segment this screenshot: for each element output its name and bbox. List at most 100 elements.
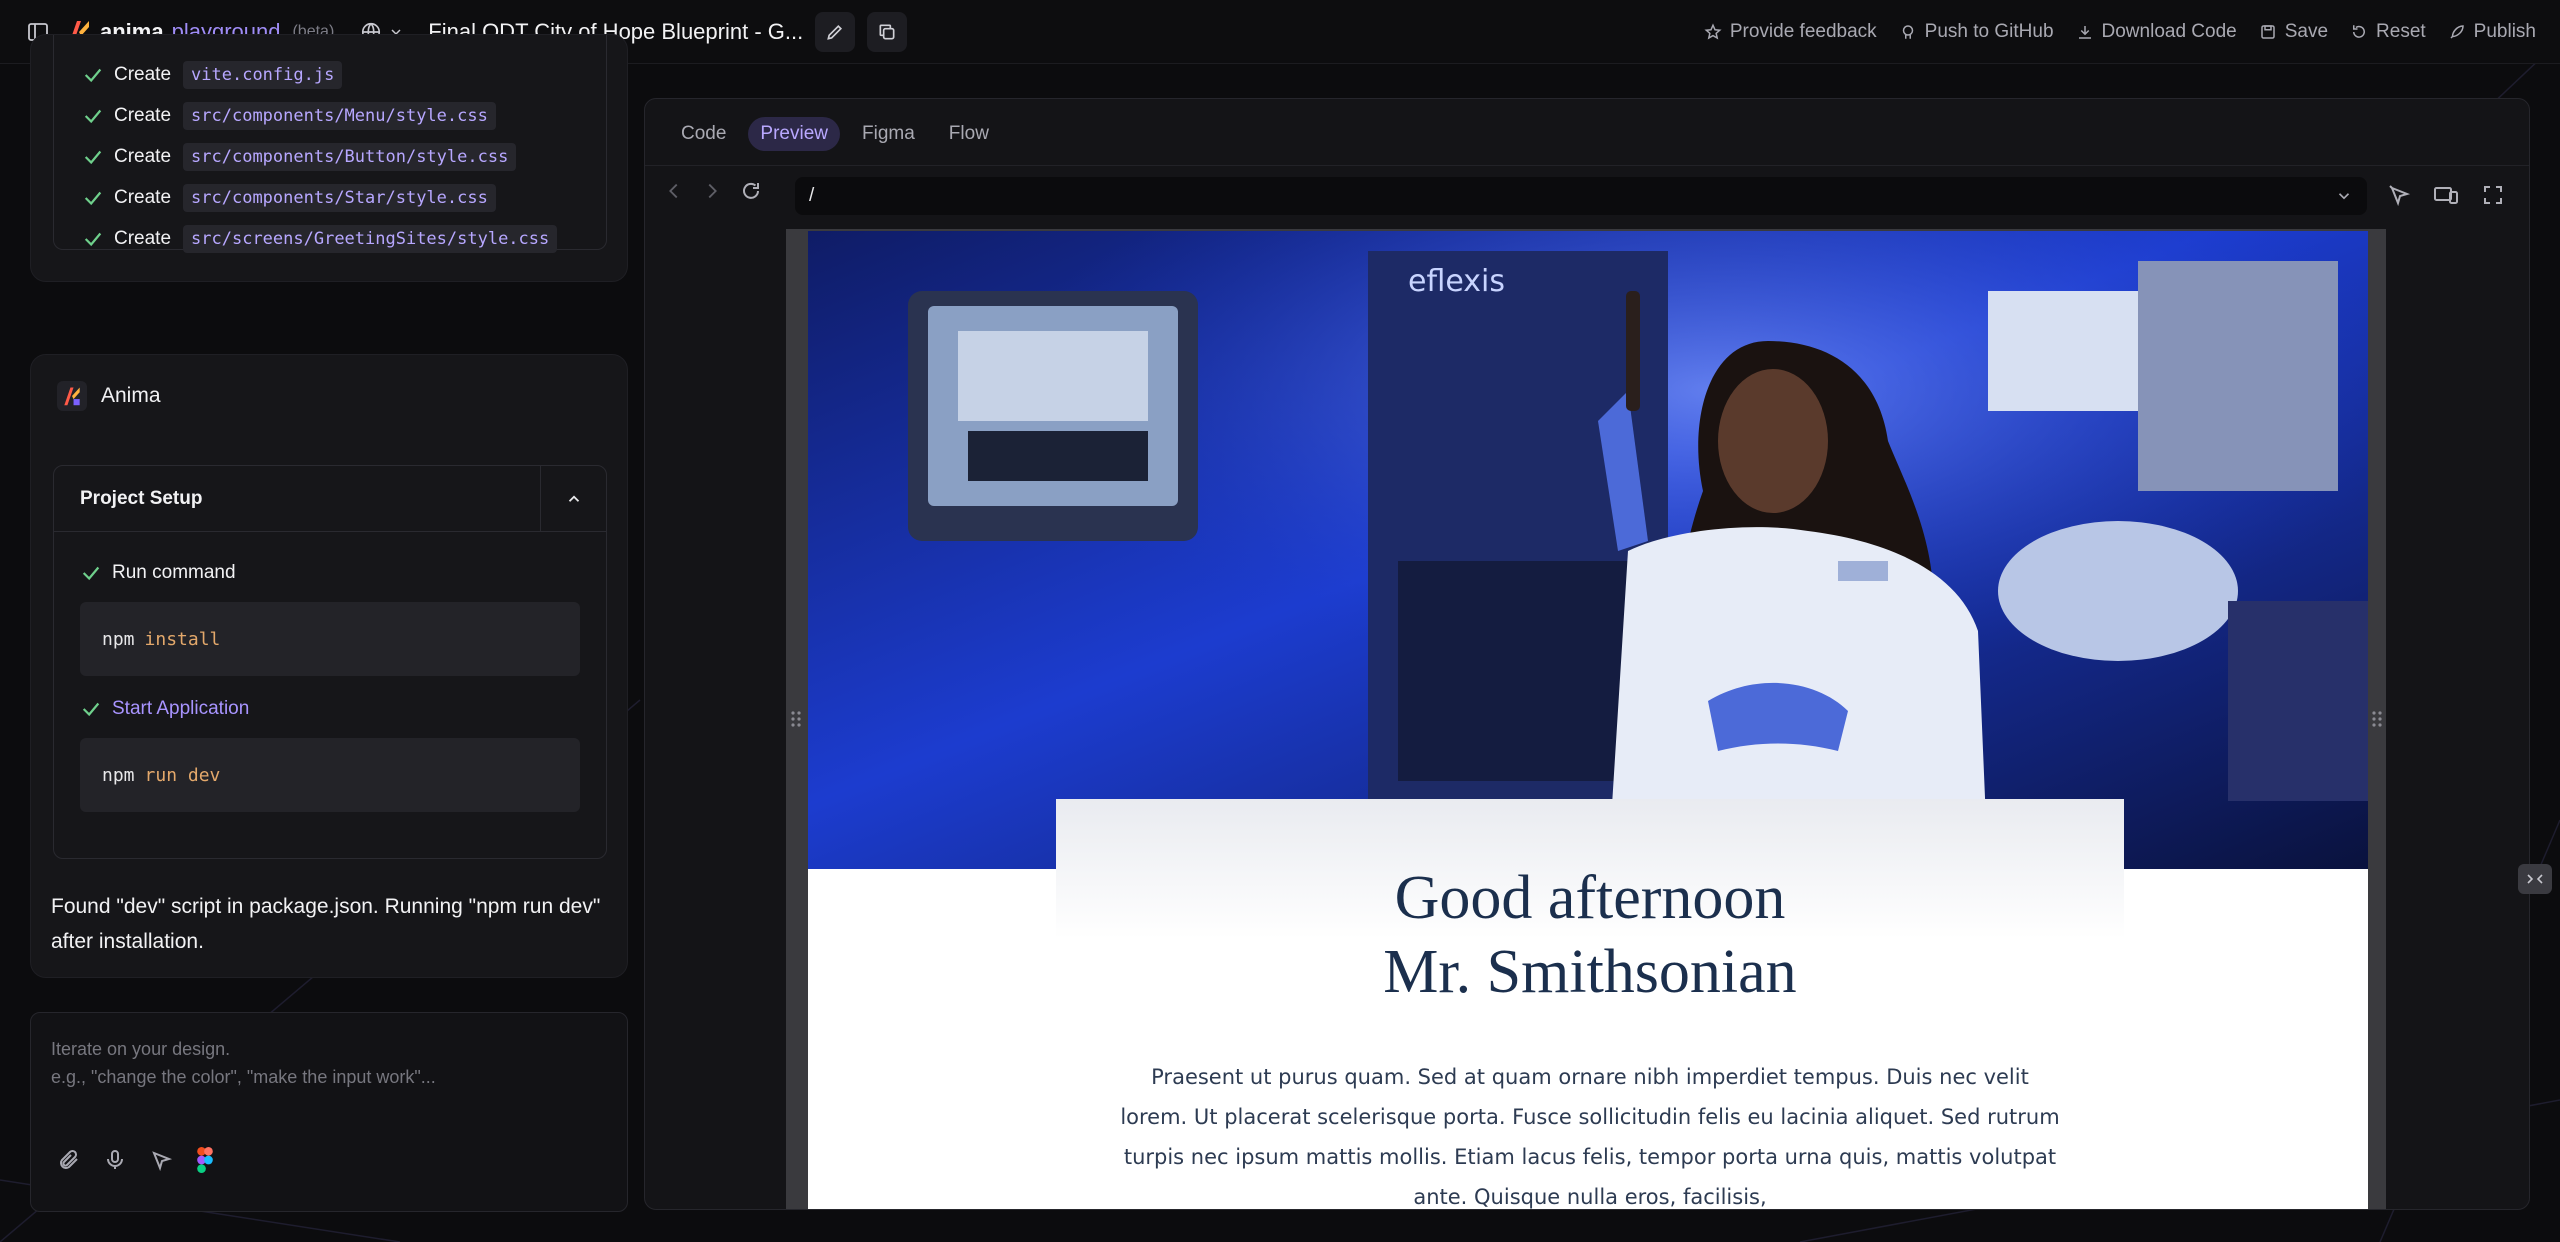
file-action: Create [114,105,172,126]
status-message: Found "dev" script in package.json. Runn… [51,895,601,953]
file-item: Create src/components/Star/style.css [82,183,496,213]
greeting-line-1: Good afternoon [1394,864,1786,932]
rename-button[interactable] [815,11,856,52]
star-icon [1704,22,1722,39]
url-text: / [809,185,815,206]
copy-icon [879,24,895,40]
site-preview-frame: eflexis Good afternoon Mr. Smithsonian P… [808,231,2368,1209]
publish-label: Publish [2473,20,2536,42]
download-code-button[interactable]: Download Code [2076,21,2237,43]
command-arg: run dev [144,764,221,786]
command-arg: install [144,628,221,650]
reset-icon [2353,24,2366,38]
reset-label: Reset [2376,20,2426,42]
save-button[interactable]: Save [2259,21,2328,43]
collapse-arrows-icon [2527,874,2543,884]
files-card: Create vite.config.js Create src/compone… [30,34,628,282]
checkmark-icon [82,702,100,717]
file-path: src/screens/GreetingSites/style.css [183,225,558,253]
file-item: Create vite.config.js [82,60,343,90]
file-action: Create [114,64,172,85]
provide-feedback-button[interactable]: Provide feedback [1704,21,1877,43]
chevron-down-icon[interactable] [2335,187,2353,205]
save-label: Save [2284,20,2329,42]
preview-panel: Code Preview Figma Flow / eflexis Good a… [644,98,2530,1210]
project-setup-panel: Project Setup Run command npm install St… [53,465,607,859]
download-code-label: Download Code [2101,20,2237,42]
checkmark-icon [84,191,102,206]
figma-icon[interactable] [195,1147,215,1173]
prompt-placeholder-line2: e.g., "change the color", "make the inpu… [51,1067,436,1087]
github-icon [1902,24,1913,39]
file-action: Create [114,228,172,249]
greeting-heading: Good afternoon Mr. Smithsonian [1056,861,2124,1009]
duplicate-button[interactable] [867,11,908,52]
file-path: src/components/Button/style.css [183,143,517,171]
command-bin: npm [102,628,135,650]
preview-tools [2387,183,2505,207]
inspect-icon[interactable] [2387,183,2411,207]
command-bin: npm [102,764,135,786]
refresh-icon[interactable] [739,179,763,203]
file-path: src/components/Star/style.css [183,184,496,212]
view-tabs: Code Preview Figma Flow [669,117,1001,151]
step-start-application[interactable]: Start Application [80,698,249,720]
responsive-icon[interactable] [2433,183,2459,207]
publish-button[interactable]: Publish [2448,21,2536,43]
hero-device-brand: eflexis [1408,264,1505,299]
url-bar[interactable]: / [795,177,2367,215]
tab-code[interactable]: Code [669,117,738,151]
attach-icon[interactable] [57,1148,81,1172]
file-path: src/components/Menu/style.css [183,102,496,130]
save-icon [2260,24,2275,39]
collapse-button[interactable] [540,465,606,532]
command-block: npm install [80,602,580,676]
file-item: Create src/components/Button/style.css [82,142,517,172]
file-item: Create src/screens/GreetingSites/style.c… [82,224,558,254]
checkmark-icon [82,566,100,581]
rocket-icon [2450,24,2464,39]
browser-nav [663,179,763,203]
fullscreen-icon[interactable] [2481,183,2505,207]
back-icon[interactable] [663,180,685,202]
reset-button[interactable]: Reset [2350,21,2426,43]
assistant-name: Anima [101,384,161,407]
step-label: Run command [112,562,236,583]
forward-icon[interactable] [701,180,723,202]
pencil-icon [827,24,843,40]
files-list: Create vite.config.js Create src/compone… [53,35,607,253]
anima-avatar-icon [57,381,87,411]
file-item: Create src/components/Menu/style.css [82,101,496,131]
step-label: Start Application [112,698,250,719]
prompt-placeholder-line1: Iterate on your design. [51,1039,231,1059]
prompt-input[interactable]: Iterate on your design. e.g., "change th… [30,1012,628,1212]
checkmark-icon [84,109,102,124]
checkmark-icon [84,150,102,165]
resize-handle-left[interactable] [790,709,804,734]
hero-image: eflexis [808,231,2368,869]
microphone-icon[interactable] [103,1148,127,1172]
select-element-icon[interactable] [149,1148,173,1172]
command-block: npm run dev [80,738,580,812]
checkmark-icon [84,68,102,83]
greeting-card: Good afternoon Mr. Smithsonian Praesent … [1056,799,2124,1209]
push-to-github-button[interactable]: Push to GitHub [1899,21,2054,43]
file-path: vite.config.js [183,61,343,89]
chevron-up-icon [568,494,579,502]
checkmark-icon [84,232,102,247]
tab-preview[interactable]: Preview [748,117,840,151]
file-action: Create [114,187,172,208]
anima-message-card: Anima Project Setup Run command npm inst… [30,354,628,978]
push-to-github-label: Push to GitHub [1924,20,2054,42]
divider [645,165,2529,166]
project-setup-title: Project Setup [80,487,203,509]
download-icon [2078,25,2091,39]
tab-figma[interactable]: Figma [850,117,927,151]
resize-handle-right[interactable] [2371,709,2385,734]
tab-flow[interactable]: Flow [937,117,1001,151]
step-run-command: Run command [80,562,236,584]
greeting-line-2: Mr. Smithsonian [1383,938,1797,1006]
provide-feedback-label: Provide feedback [1729,20,1877,42]
side-panel-toggle[interactable] [2518,864,2552,894]
greeting-body-text: Praesent ut purus quam. Sed at quam orna… [1120,1065,2060,1209]
